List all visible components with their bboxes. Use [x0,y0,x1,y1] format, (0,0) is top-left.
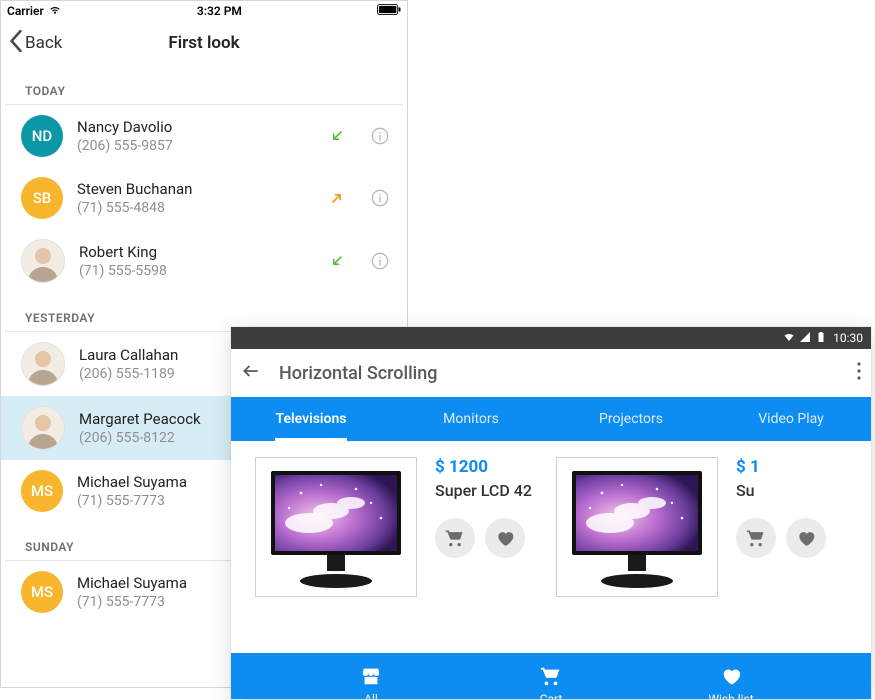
back-button[interactable]: Back [1,30,62,57]
info-button[interactable] [365,126,395,146]
battery-icon [815,331,827,346]
add-to-wishlist-button[interactable] [485,518,525,558]
tab-video-play[interactable]: Video Play [711,397,871,441]
product-name: Su [736,481,755,500]
avatar: MS [21,470,63,512]
contact-text: Nancy Davolio (206) 555-9857 [77,118,309,154]
wifi-icon [783,331,795,346]
add-to-cart-button[interactable] [435,518,475,558]
clock: 10:30 [833,331,863,345]
tab-monitors[interactable]: Monitors [391,397,551,441]
add-to-wishlist-button[interactable] [786,518,826,558]
ios-nav-bar: Back First look [1,21,407,66]
tab-televisions[interactable]: Televisions [231,397,391,441]
contact-row[interactable]: Robert King (71) 555-5598 [1,229,407,293]
bottom-nav-cart[interactable]: Cart [506,665,596,700]
avatar: SB [21,177,63,219]
android-device: 10:30 Horizontal Scrolling TelevisionsMo… [231,327,871,699]
ios-status-bar: Carrier 3:32 PM [1,1,407,21]
info-button[interactable] [365,251,395,271]
product-image [255,457,417,597]
cart-icon [540,665,562,690]
add-to-cart-button[interactable] [736,518,776,558]
page-title: First look [168,33,239,53]
android-status-bar: 10:30 [231,327,871,349]
section-header: TODAY [5,66,403,105]
call-in-icon [323,128,351,144]
chevron-left-icon [9,30,23,57]
info-button[interactable] [365,188,395,208]
product-card[interactable]: $ 1200 Super LCD 42 [255,457,532,637]
product-image [556,457,718,597]
contact-name: Robert King [79,243,309,261]
store-icon [360,665,382,690]
product-price: $ 1200 [435,457,488,477]
avatar: ND [21,115,63,157]
product-scroller[interactable]: $ 1200 Super LCD 42 $ 1 Su [231,441,871,653]
call-in-icon [323,253,351,269]
contact-phone: (71) 555-4848 [77,200,309,216]
battery-icon [377,4,401,18]
bottom-nav: All Cart Wish list [231,653,871,699]
clock: 3:32 PM [197,4,242,18]
carrier-label: Carrier [7,4,44,18]
contact-phone: (206) 555-9857 [77,138,309,154]
product-name: Super LCD 42 [435,481,532,500]
product-price: $ 1 [736,457,760,477]
product-info: $ 1 Su [736,457,826,558]
contact-text: Robert King (71) 555-5598 [79,243,309,279]
overflow-menu-button[interactable] [857,362,861,384]
bottom-nav-label: Wish list [708,692,753,700]
bottom-nav-label: All [364,692,378,700]
avatar [21,342,65,386]
product-card[interactable]: $ 1 Su [556,457,826,637]
back-button[interactable] [241,361,261,385]
contact-row[interactable]: ND Nancy Davolio (206) 555-9857 [1,105,407,167]
tab-projectors[interactable]: Projectors [551,397,711,441]
back-label: Back [25,33,62,53]
contact-row[interactable]: SB Steven Buchanan (71) 555-4848 [1,167,407,229]
bottom-nav-label: Cart [540,692,563,700]
contact-text: Steven Buchanan (71) 555-4848 [77,180,309,216]
product-info: $ 1200 Super LCD 42 [435,457,532,558]
contact-phone: (71) 555-5598 [79,263,309,279]
contact-name: Nancy Davolio [77,118,309,136]
avatar: MS [21,571,63,613]
category-tabs: TelevisionsMonitorsProjectorsVideo Play [231,397,871,441]
bottom-nav-all[interactable]: All [326,665,416,700]
wifi-icon [48,4,62,18]
app-bar-title: Horizontal Scrolling [279,363,839,384]
bottom-nav-wish-list[interactable]: Wish list [686,665,776,700]
avatar [21,406,65,450]
android-app-bar: Horizontal Scrolling [231,349,871,397]
avatar [21,239,65,283]
signal-icon [799,331,811,346]
call-out-icon [323,190,351,206]
heart-icon [720,665,742,690]
contact-name: Steven Buchanan [77,180,309,198]
